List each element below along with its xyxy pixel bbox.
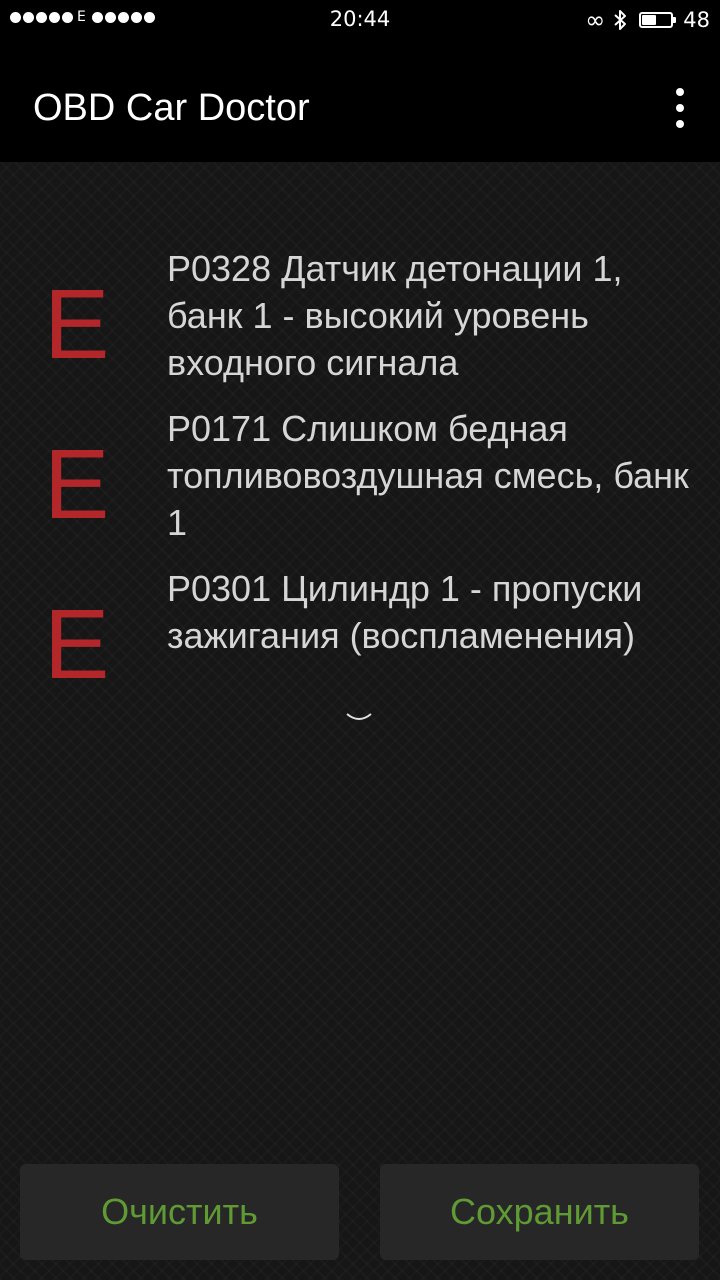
- trouble-code-list: E P0328 Датчик детонации 1, банк 1 - выс…: [0, 245, 720, 725]
- screen: E 20:44 ∞ 48 OBD Car Doctor E P0328 Датч…: [0, 0, 720, 1280]
- infinity-icon: ∞: [585, 6, 606, 34]
- trouble-code-description: P0301 Цилиндр 1 - пропуски зажигания (во…: [167, 568, 643, 656]
- status-icons: ∞ 48: [585, 7, 710, 33]
- error-severity-icon: E: [44, 269, 110, 379]
- chevron-down-icon[interactable]: [345, 710, 373, 724]
- trouble-code-description: P0328 Датчик детонации 1, банк 1 - высок…: [167, 248, 623, 383]
- status-bar: E 20:44 ∞ 48: [0, 0, 720, 40]
- app-title: OBD Car Doctor: [33, 87, 310, 129]
- overflow-menu-icon[interactable]: [668, 88, 692, 128]
- list-item[interactable]: E P0171 Слишком бедная топливовоздушная …: [0, 405, 720, 565]
- list-item[interactable]: E P0301 Цилиндр 1 - пропуски зажигания (…: [0, 565, 720, 725]
- battery-fill: [642, 15, 656, 25]
- battery-level: 48: [683, 8, 710, 32]
- bluetooth-icon: [614, 10, 627, 30]
- clear-button[interactable]: Очистить: [20, 1164, 339, 1260]
- save-button[interactable]: Сохранить: [380, 1164, 699, 1260]
- battery-icon: [639, 12, 677, 28]
- app-bar: OBD Car Doctor: [0, 40, 720, 162]
- error-severity-icon: E: [44, 429, 110, 539]
- list-item[interactable]: E P0328 Датчик детонации 1, банк 1 - выс…: [0, 245, 720, 405]
- error-severity-icon: E: [44, 589, 110, 699]
- trouble-code-description: P0171 Слишком бедная топливовоздушная см…: [167, 408, 689, 543]
